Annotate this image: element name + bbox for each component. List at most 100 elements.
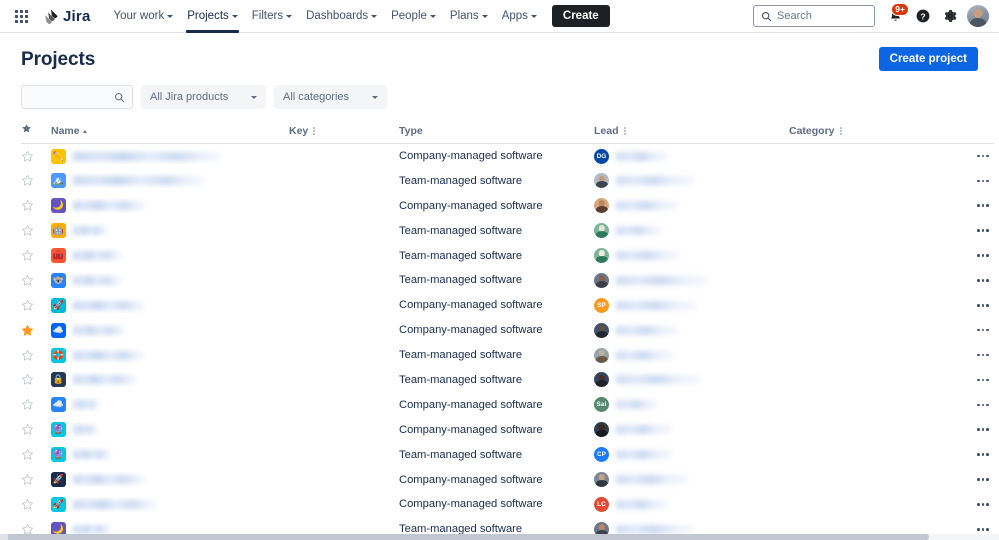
cell-project-lead[interactable] bbox=[594, 467, 789, 492]
create-button[interactable]: Create bbox=[551, 5, 610, 27]
nav-item-projects[interactable]: Projects bbox=[180, 0, 245, 33]
star-outline-icon[interactable] bbox=[21, 349, 34, 362]
column-header-key[interactable]: Key bbox=[289, 123, 399, 144]
table-row[interactable]: 🏔️ Team-managed software bbox=[21, 168, 994, 193]
jira-products-filter[interactable]: All Jira products bbox=[141, 85, 266, 109]
table-row[interactable]: 🚀 Company-managed software bbox=[21, 467, 994, 492]
table-row[interactable]: 🔒 Team-managed software bbox=[21, 368, 994, 393]
more-actions-icon[interactable] bbox=[972, 221, 994, 241]
cell-project-name[interactable]: 🛟 bbox=[51, 343, 289, 368]
star-outline-icon[interactable] bbox=[21, 299, 34, 312]
star-outline-icon[interactable] bbox=[21, 398, 34, 411]
nav-item-people[interactable]: People bbox=[384, 0, 443, 33]
cell-project-name[interactable]: 🚀 bbox=[51, 293, 289, 318]
cell-project-lead[interactable] bbox=[594, 417, 789, 442]
more-actions-icon[interactable] bbox=[972, 345, 994, 365]
cell-project-lead[interactable]: DG bbox=[594, 144, 789, 169]
cell-project-name[interactable]: ✏️ bbox=[51, 144, 289, 169]
table-row[interactable]: 🔮 Company-managed software bbox=[21, 417, 994, 442]
global-search-input[interactable]: Search bbox=[753, 5, 875, 27]
star-outline-icon[interactable] bbox=[21, 224, 34, 237]
table-row[interactable]: 🔮 Team-managed software CP bbox=[21, 442, 994, 467]
cell-project-name[interactable]: 🔮 bbox=[51, 442, 289, 467]
star-outline-icon[interactable] bbox=[21, 199, 34, 212]
more-actions-icon[interactable] bbox=[972, 295, 994, 315]
star-filled-icon[interactable] bbox=[21, 324, 34, 337]
more-actions-icon[interactable] bbox=[972, 445, 994, 465]
scrollbar-thumb[interactable] bbox=[0, 534, 930, 540]
table-row[interactable]: 🚀 Company-managed software SP bbox=[21, 293, 994, 318]
more-actions-icon[interactable] bbox=[972, 146, 994, 166]
notifications-button[interactable]: 9+ bbox=[883, 2, 909, 29]
table-row[interactable]: ☁️ Company-managed software bbox=[21, 318, 994, 343]
star-outline-icon[interactable] bbox=[21, 174, 34, 187]
cell-project-lead[interactable] bbox=[594, 268, 789, 293]
cell-project-name[interactable]: ☁️ bbox=[51, 392, 289, 417]
cell-project-name[interactable]: 🌙 bbox=[51, 193, 289, 218]
table-row[interactable]: 🧰 Team-managed software bbox=[21, 243, 994, 268]
nav-item-plans[interactable]: Plans bbox=[443, 0, 495, 33]
nav-item-dashboards[interactable]: Dashboards bbox=[299, 0, 384, 33]
app-switcher-icon[interactable] bbox=[8, 3, 34, 29]
table-row[interactable]: 🛟 Team-managed software bbox=[21, 343, 994, 368]
help-button[interactable]: ? bbox=[910, 4, 935, 29]
more-actions-icon[interactable] bbox=[972, 320, 994, 340]
more-actions-icon[interactable] bbox=[972, 470, 994, 490]
cell-project-name[interactable]: 🔒 bbox=[51, 368, 289, 393]
star-outline-icon[interactable] bbox=[21, 473, 34, 486]
column-header-lead[interactable]: Lead bbox=[594, 123, 789, 144]
user-avatar[interactable] bbox=[967, 5, 989, 27]
cell-project-name[interactable]: 🚀 bbox=[51, 467, 289, 492]
cell-project-name[interactable]: ☁️ bbox=[51, 318, 289, 343]
more-actions-icon[interactable] bbox=[972, 370, 994, 390]
cell-project-name[interactable]: 🤖 bbox=[51, 218, 289, 243]
cell-project-name[interactable]: 🏔️ bbox=[51, 168, 289, 193]
horizontal-scrollbar[interactable] bbox=[0, 534, 999, 540]
nav-item-your-work[interactable]: Your work bbox=[107, 0, 181, 33]
more-actions-icon[interactable] bbox=[972, 420, 994, 440]
more-actions-icon[interactable] bbox=[972, 246, 994, 266]
cell-project-lead[interactable] bbox=[594, 168, 789, 193]
column-header-type[interactable]: Type bbox=[399, 123, 594, 144]
cell-project-lead[interactable]: Sai bbox=[594, 392, 789, 417]
column-header-name[interactable]: Name bbox=[51, 123, 289, 144]
cell-project-lead[interactable] bbox=[594, 218, 789, 243]
star-outline-icon[interactable] bbox=[21, 150, 34, 163]
cell-project-lead[interactable] bbox=[594, 318, 789, 343]
nav-item-apps[interactable]: Apps bbox=[495, 0, 544, 33]
categories-filter[interactable]: All categories bbox=[274, 85, 387, 109]
star-outline-icon[interactable] bbox=[21, 274, 34, 287]
settings-button[interactable] bbox=[937, 4, 962, 29]
table-row[interactable]: 🐨 Team-managed software bbox=[21, 268, 994, 293]
more-actions-icon[interactable] bbox=[972, 270, 994, 290]
cell-project-lead[interactable]: LC bbox=[594, 492, 789, 517]
cell-project-lead[interactable]: SP bbox=[594, 293, 789, 318]
more-actions-icon[interactable] bbox=[972, 494, 994, 514]
star-outline-icon[interactable] bbox=[21, 448, 34, 461]
table-row[interactable]: 🚀 Company-managed software LC bbox=[21, 492, 994, 517]
cell-project-lead[interactable] bbox=[594, 243, 789, 268]
cell-project-name[interactable]: 🐨 bbox=[51, 268, 289, 293]
jira-home-link[interactable]: Jira bbox=[38, 5, 95, 28]
star-outline-icon[interactable] bbox=[21, 423, 34, 436]
more-actions-icon[interactable] bbox=[972, 196, 994, 216]
cell-project-lead[interactable] bbox=[594, 343, 789, 368]
cell-project-name[interactable]: 🧰 bbox=[51, 243, 289, 268]
column-header-star[interactable] bbox=[21, 123, 51, 144]
table-row[interactable]: 🤖 Team-managed software bbox=[21, 218, 994, 243]
create-project-button[interactable]: Create project bbox=[878, 47, 978, 71]
more-actions-icon[interactable] bbox=[972, 395, 994, 415]
cell-project-lead[interactable]: CP bbox=[594, 442, 789, 467]
cell-project-name[interactable]: 🚀 bbox=[51, 492, 289, 517]
table-row[interactable]: ✏️ Company-managed software DG bbox=[21, 144, 994, 169]
nav-item-filters[interactable]: Filters bbox=[245, 0, 299, 33]
cell-project-lead[interactable] bbox=[594, 368, 789, 393]
more-actions-icon[interactable] bbox=[972, 171, 994, 191]
star-outline-icon[interactable] bbox=[21, 249, 34, 262]
table-row[interactable]: 🌙 Company-managed software bbox=[21, 193, 994, 218]
project-search-input[interactable] bbox=[21, 85, 133, 109]
star-outline-icon[interactable] bbox=[21, 498, 34, 511]
cell-project-name[interactable]: 🔮 bbox=[51, 417, 289, 442]
column-header-category[interactable]: Category bbox=[789, 123, 939, 144]
cell-project-lead[interactable] bbox=[594, 193, 789, 218]
